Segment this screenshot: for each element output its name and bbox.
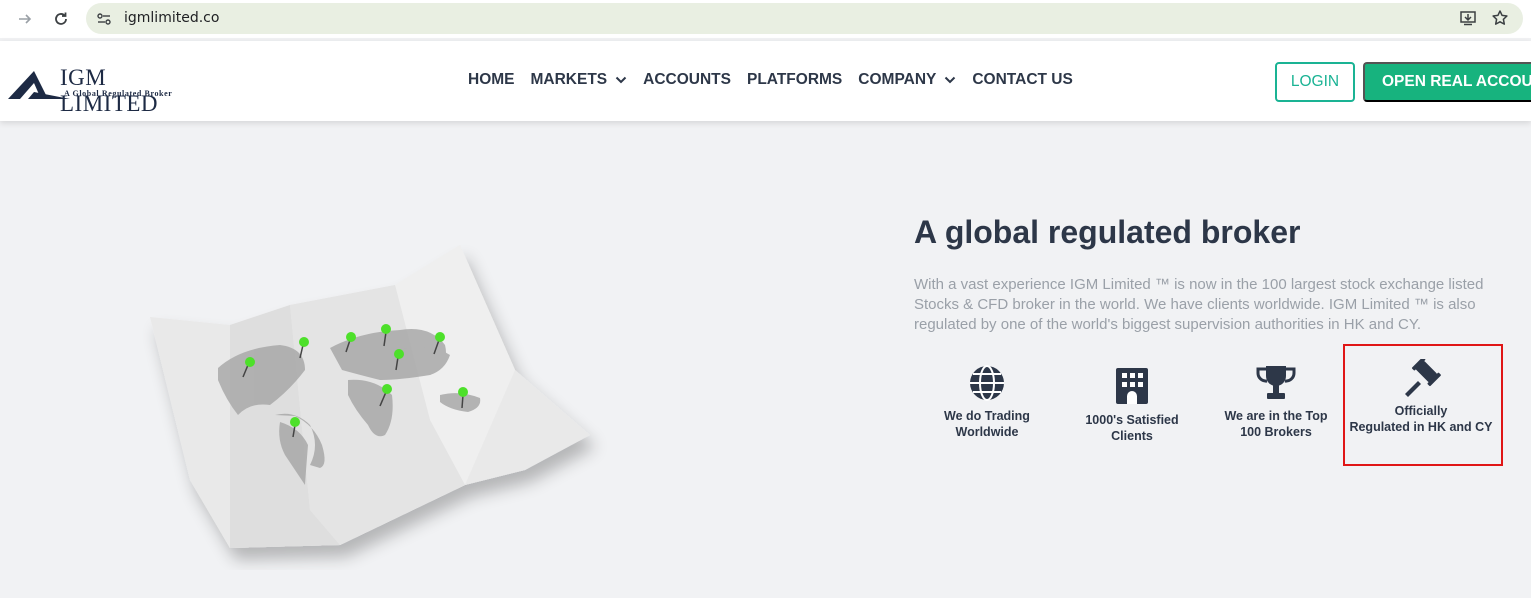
feature-top-brokers: We are in the Top 100 Brokers (1201, 358, 1351, 440)
forward-icon[interactable] (14, 8, 36, 30)
browser-toolbar: igmlimited.co (0, 0, 1531, 38)
site-logo[interactable]: IGM LIMITED A Global Regulated Broker (8, 65, 188, 116)
nav-markets-label: MARKETS (530, 71, 608, 88)
highlight-box (1343, 344, 1503, 466)
logo-tagline: A Global Regulated Broker (64, 89, 173, 98)
feature-trading-worldwide: We do Trading Worldwide (912, 358, 1062, 440)
nav-contact-label: CONTACT US (972, 71, 1073, 88)
nav-platforms[interactable]: PLATFORMS (747, 71, 842, 89)
main-nav: HOME MARKETS ACCOUNTS PLATFORMS COMPANY … (468, 71, 1073, 89)
install-app-icon[interactable] (1459, 9, 1477, 27)
world-map-illustration (150, 245, 590, 548)
trophy-icon (1201, 358, 1351, 402)
nav-accounts[interactable]: ACCOUNTS (643, 71, 731, 89)
nav-markets[interactable]: MARKETS (531, 71, 628, 89)
nav-company-label: COMPANY (858, 71, 937, 88)
feature-3-line1: We are in the Top (1224, 409, 1328, 423)
feature-3-line2: 100 Brokers (1240, 425, 1312, 439)
address-bar[interactable]: igmlimited.co (86, 3, 1523, 34)
feature-2-line1: 1000's Satisfied (1085, 413, 1179, 427)
nav-home-label: HOME (468, 71, 515, 88)
hero-description: With a vast experience IGM Limited ™ is … (914, 276, 1484, 333)
building-icon (1057, 362, 1207, 406)
open-real-account-button[interactable]: OPEN REAL ACCOUNT (1363, 62, 1531, 102)
site-info-icon[interactable] (96, 11, 112, 27)
nav-accounts-label: ACCOUNTS (643, 71, 731, 88)
globe-icon (912, 358, 1062, 402)
reload-icon[interactable] (50, 8, 72, 30)
feature-2-line2: Clients (1111, 429, 1153, 443)
url-text[interactable]: igmlimited.co (124, 10, 219, 26)
bookmark-star-icon[interactable] (1491, 9, 1509, 27)
nav-platforms-label: PLATFORMS (746, 71, 843, 88)
nav-contact-us[interactable]: CONTACT US (972, 71, 1072, 89)
site-header: IGM LIMITED A Global Regulated Broker HO… (0, 41, 1531, 121)
hero-title: A global regulated broker (914, 214, 1301, 250)
feature-satisfied-clients: 1000's Satisfied Clients (1057, 362, 1207, 444)
feature-1-line2: Worldwide (955, 425, 1019, 439)
nav-home[interactable]: HOME (468, 71, 515, 89)
chevron-down-icon (615, 71, 627, 89)
feature-1-line1: We do Trading (944, 409, 1030, 423)
nav-company[interactable]: COMPANY (858, 71, 956, 89)
login-button[interactable]: LOGIN (1275, 62, 1355, 102)
chevron-down-icon (944, 71, 956, 89)
